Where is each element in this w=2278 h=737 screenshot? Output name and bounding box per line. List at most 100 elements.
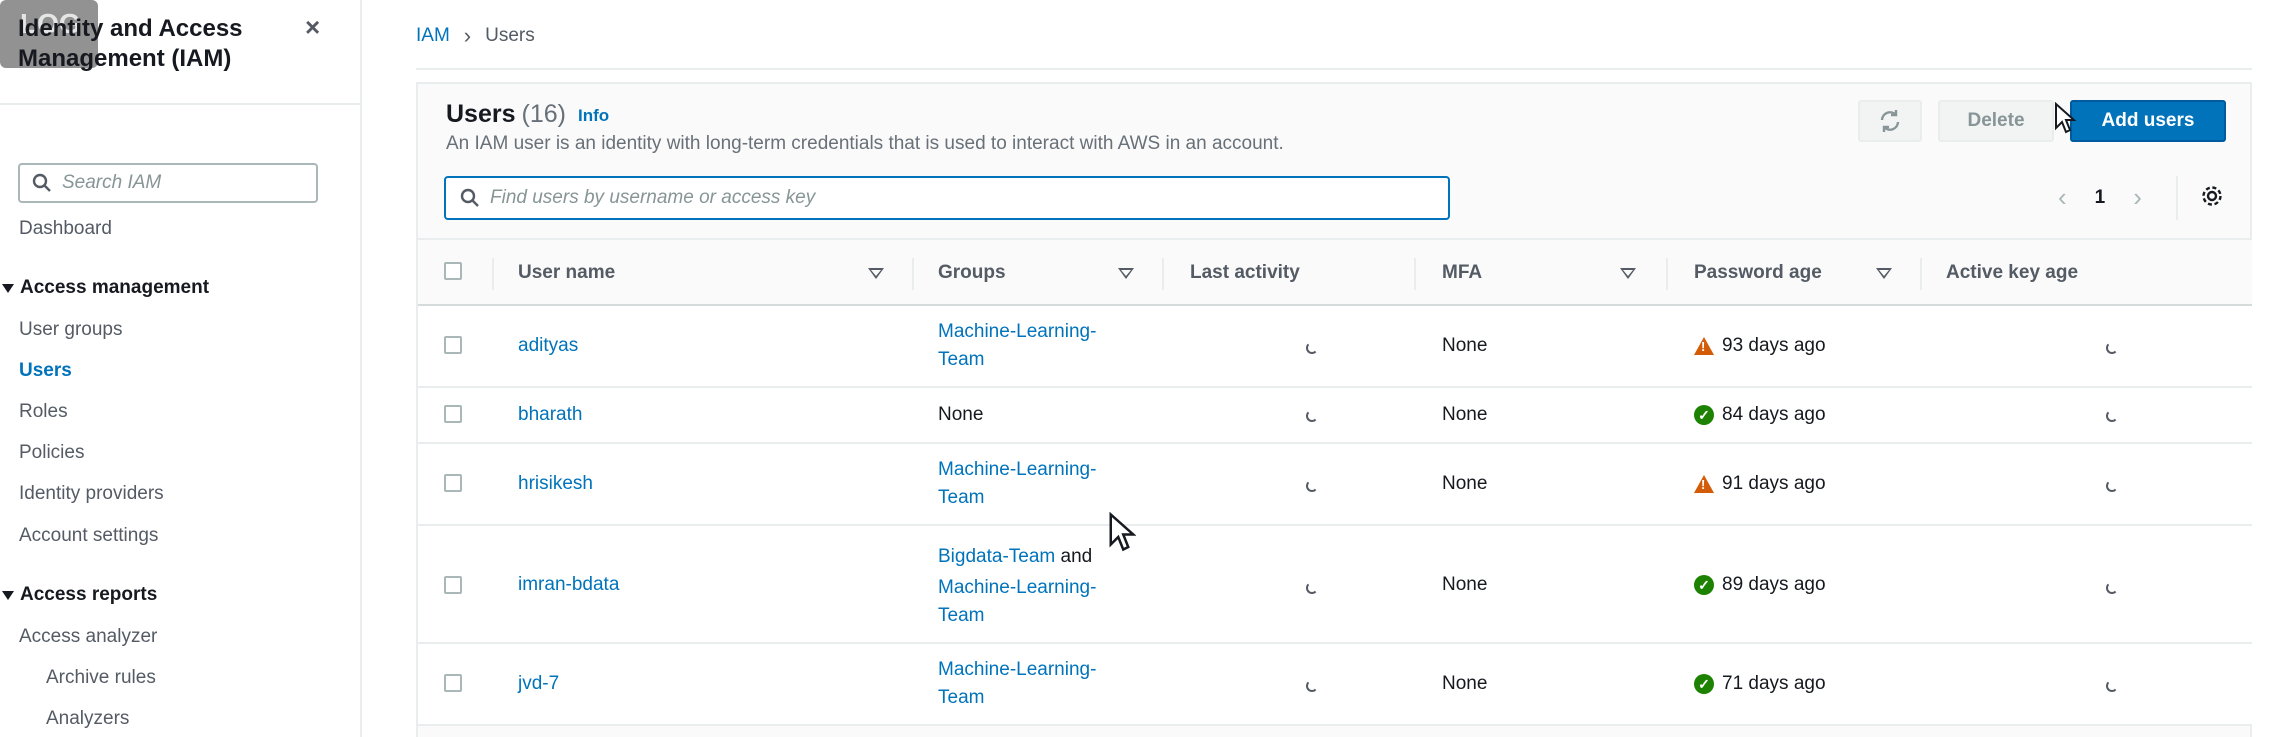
sidebar-item-analyzers[interactable]: Analyzers bbox=[46, 708, 129, 730]
user-search[interactable] bbox=[444, 176, 1450, 220]
sidebar-search[interactable] bbox=[18, 163, 318, 203]
column-header-last-activity[interactable]: Last activity bbox=[1190, 262, 1300, 284]
sort-icon[interactable] bbox=[1876, 268, 1892, 279]
sort-icon[interactable] bbox=[1620, 268, 1636, 279]
password-age: ✓ 89 days ago bbox=[1694, 574, 1826, 596]
sidebar: LOG Identity and Access Management (IAM)… bbox=[0, 0, 362, 737]
breadcrumb-iam[interactable]: IAM bbox=[416, 25, 450, 47]
groups-cell: Machine-Learning- Team bbox=[938, 456, 1178, 512]
column-divider bbox=[1920, 258, 1922, 290]
sidebar-item-policies[interactable]: Policies bbox=[19, 442, 84, 464]
warning-icon bbox=[1694, 337, 1714, 355]
sidebar-item-users[interactable]: Users bbox=[19, 360, 72, 382]
chevron-left-icon[interactable]: ‹ bbox=[2058, 182, 2067, 213]
panel-title-text: Users bbox=[446, 100, 516, 128]
loading-spinner-icon bbox=[1306, 410, 1318, 422]
table-row[interactable]: adityas Machine-Learning- Team None 93 d… bbox=[418, 306, 2252, 388]
column-divider bbox=[1666, 258, 1668, 290]
group-link[interactable]: Machine-Learning- bbox=[938, 318, 1178, 346]
table-row[interactable]: imran-bdata Bigdata-Team and Machine-Lea… bbox=[418, 526, 2252, 644]
page-number[interactable]: 1 bbox=[2095, 187, 2106, 209]
sidebar-section-access-reports[interactable]: Access reports bbox=[0, 584, 157, 606]
password-age-text: 89 days ago bbox=[1722, 574, 1826, 595]
table-row[interactable]: jvd-7 Machine-Learning- Team None ✓ 71 d… bbox=[418, 644, 2252, 726]
sidebar-item-roles[interactable]: Roles bbox=[19, 401, 68, 423]
group-link[interactable]: Team bbox=[938, 484, 1178, 512]
user-name-link[interactable]: bharath bbox=[518, 404, 582, 426]
sidebar-item-archive-rules[interactable]: Archive rules bbox=[46, 667, 156, 689]
mouse-cursor-icon bbox=[2055, 102, 2076, 134]
group-link[interactable]: Machine-Learning- bbox=[938, 456, 1178, 484]
loading-spinner-icon bbox=[2106, 582, 2118, 594]
user-name-link[interactable]: imran-bdata bbox=[518, 574, 619, 596]
groups-cell: Machine-Learning- Team bbox=[938, 318, 1178, 374]
group-link[interactable]: Machine-Learning- bbox=[938, 656, 1178, 684]
sidebar-item-account-settings[interactable]: Account settings bbox=[19, 525, 158, 547]
groups-cell: Machine-Learning- Team bbox=[938, 656, 1178, 712]
add-users-button[interactable]: Add users bbox=[2070, 100, 2226, 142]
row-checkbox[interactable] bbox=[444, 474, 462, 492]
user-search-input[interactable] bbox=[490, 187, 1390, 209]
loading-spinner-icon bbox=[1306, 480, 1318, 492]
column-divider bbox=[1162, 258, 1164, 290]
user-name-link[interactable]: adityas bbox=[518, 335, 578, 357]
sidebar-item-identity-providers[interactable]: Identity providers bbox=[19, 483, 164, 505]
group-link[interactable]: Team bbox=[938, 346, 1178, 374]
mfa-value: None bbox=[1442, 673, 1488, 694]
loading-spinner-icon bbox=[1306, 342, 1318, 354]
column-divider bbox=[912, 258, 914, 290]
close-icon[interactable]: × bbox=[305, 12, 320, 43]
page-title: Users (16) bbox=[446, 100, 566, 129]
password-age: ✓ 84 days ago bbox=[1694, 404, 1826, 426]
sidebar-section-access-management[interactable]: Access management bbox=[0, 277, 209, 299]
loading-spinner-icon bbox=[1306, 680, 1318, 692]
password-age-text: 84 days ago bbox=[1722, 404, 1826, 425]
table-row[interactable]: bharath None None ✓ 84 days ago bbox=[418, 388, 2252, 444]
column-header-user-name[interactable]: User name bbox=[518, 262, 615, 284]
user-name-link[interactable]: hrisikesh bbox=[518, 473, 593, 495]
check-circle-icon: ✓ bbox=[1694, 405, 1714, 425]
sidebar-item-user-groups[interactable]: User groups bbox=[19, 319, 123, 341]
pagination: ‹ 1 › bbox=[2058, 182, 2142, 213]
groups-conjunction: and bbox=[1055, 546, 1093, 567]
row-checkbox[interactable] bbox=[444, 576, 462, 594]
group-link[interactable]: Bigdata-Team bbox=[938, 546, 1055, 567]
column-header-mfa[interactable]: MFA bbox=[1442, 262, 1482, 284]
sidebar-item-access-analyzer[interactable]: Access analyzer bbox=[19, 626, 157, 648]
sort-icon[interactable] bbox=[868, 268, 884, 279]
gear-icon[interactable] bbox=[2200, 184, 2224, 213]
mfa-value: None bbox=[1442, 335, 1488, 356]
group-link[interactable]: Team bbox=[938, 602, 1178, 630]
password-age-text: 93 days ago bbox=[1722, 335, 1826, 356]
sort-icon[interactable] bbox=[1118, 268, 1134, 279]
breadcrumb-current: Users bbox=[485, 25, 535, 46]
mouse-cursor-icon bbox=[1109, 512, 1136, 552]
row-checkbox[interactable] bbox=[444, 405, 462, 423]
refresh-button[interactable] bbox=[1858, 100, 1922, 142]
delete-button[interactable]: Delete bbox=[1938, 100, 2054, 142]
password-age-text: 91 days ago bbox=[1722, 473, 1826, 494]
warning-icon bbox=[1694, 475, 1714, 493]
info-link[interactable]: Info bbox=[578, 106, 609, 126]
refresh-icon bbox=[1880, 110, 1900, 132]
password-age: 91 days ago bbox=[1694, 473, 1826, 495]
panel-description: An IAM user is an identity with long-ter… bbox=[446, 133, 1284, 154]
column-header-password-age[interactable]: Password age bbox=[1694, 262, 1822, 284]
breadcrumb: IAM › Users bbox=[416, 23, 535, 49]
search-icon bbox=[460, 188, 479, 207]
search-icon bbox=[32, 173, 51, 192]
caret-down-icon bbox=[2, 283, 14, 293]
sidebar-search-input[interactable] bbox=[62, 172, 302, 194]
row-checkbox[interactable] bbox=[444, 336, 462, 354]
sidebar-item-dashboard[interactable]: Dashboard bbox=[19, 218, 112, 240]
row-checkbox[interactable] bbox=[444, 674, 462, 692]
table-row[interactable]: hrisikesh Machine-Learning- Team None 91… bbox=[418, 444, 2252, 526]
select-all-checkbox[interactable] bbox=[444, 262, 462, 280]
column-header-groups[interactable]: Groups bbox=[938, 262, 1006, 284]
group-link[interactable]: Team bbox=[938, 684, 1178, 712]
group-link[interactable]: Machine-Learning- bbox=[938, 574, 1178, 602]
column-header-active-key-age[interactable]: Active key age bbox=[1946, 262, 2078, 284]
user-name-link[interactable]: jvd-7 bbox=[518, 673, 559, 695]
chevron-right-icon[interactable]: › bbox=[2133, 182, 2142, 213]
loading-spinner-icon bbox=[2106, 342, 2118, 354]
